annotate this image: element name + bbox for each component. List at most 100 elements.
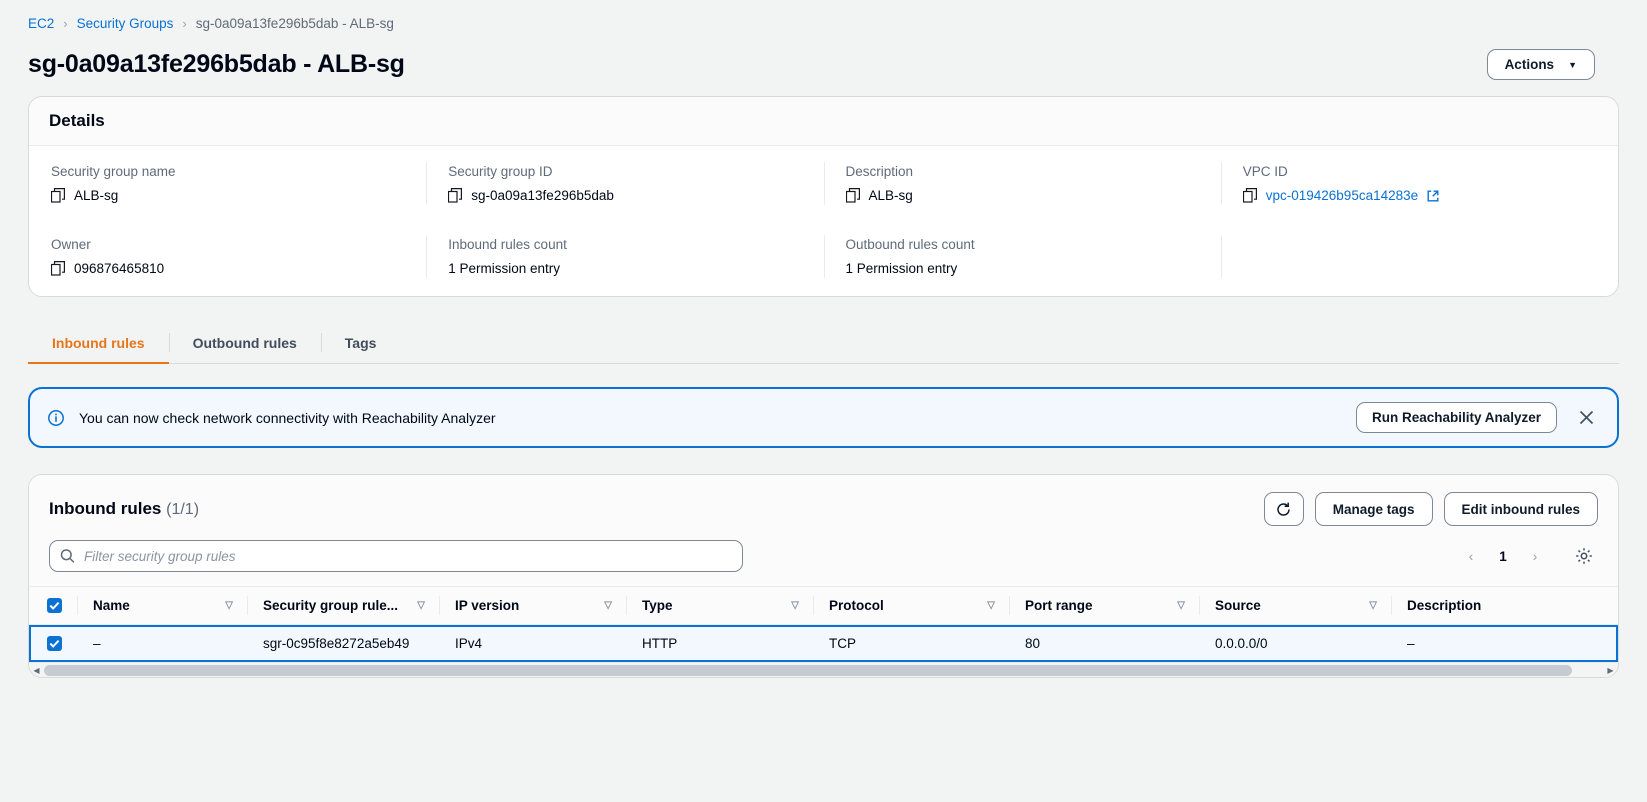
column-header-ip-version[interactable]: IP version ▽ (439, 586, 626, 625)
pagination-next-icon[interactable]: › (1522, 543, 1548, 569)
copy-icon[interactable] (51, 188, 65, 203)
column-header-port-range[interactable]: Port range ▽ (1009, 586, 1199, 625)
edit-inbound-rules-button[interactable]: Edit inbound rules (1443, 492, 1598, 526)
row-select-cell (29, 625, 77, 663)
reachability-analyzer-banner: You can now check network connectivity w… (28, 387, 1619, 448)
details-row-1: Security group name ALB-sg Security grou… (29, 162, 1618, 205)
scrollbar-thumb[interactable] (44, 664, 1572, 676)
column-label: Port range (1025, 598, 1093, 613)
close-icon[interactable] (1575, 407, 1597, 429)
actions-button[interactable]: Actions ▼ (1486, 49, 1595, 80)
manage-tags-button[interactable]: Manage tags (1314, 492, 1433, 526)
column-header-source[interactable]: Source ▽ (1199, 586, 1391, 625)
details-body: Security group name ALB-sg Security grou… (29, 146, 1618, 296)
select-all-checkbox[interactable] (47, 598, 62, 613)
sort-icon[interactable]: ▽ (1369, 600, 1377, 611)
breadcrumb-separator-icon: › (182, 16, 187, 31)
table-row[interactable]: – sgr-0c95f8e8272a5eb49 IPv4 HTTP TCP 80… (29, 624, 1618, 663)
scroll-right-icon[interactable]: ▶ (1603, 663, 1618, 678)
details-row-2: Owner 096876465810 Inbound rules count 1… (29, 235, 1618, 278)
detail-text: ALB-sg (868, 188, 913, 203)
sort-icon[interactable]: ▽ (604, 600, 612, 611)
filter-row: ‹ 1 › (29, 531, 1618, 586)
table-header-row: Name ▽ Security group rule... ▽ IP versi… (29, 586, 1618, 625)
cell-source: 0.0.0.0/0 (1215, 636, 1268, 651)
column-header-security-group-rule-id[interactable]: Security group rule... ▽ (247, 586, 439, 625)
banner-message: You can now check network connectivity w… (79, 409, 496, 426)
copy-icon[interactable] (1242, 188, 1257, 203)
details-card: Details Security group name ALB-sg Secur… (28, 96, 1619, 297)
page-title: sg-0a09a13fe296b5dab - ALB-sg (28, 50, 405, 78)
column-header-type[interactable]: Type ▽ (626, 586, 813, 625)
tab-bar: Inbound rules Outbound rules Tags (28, 323, 1619, 364)
pagination-page-1[interactable]: 1 (1494, 549, 1512, 564)
pagination: ‹ 1 › (1458, 542, 1598, 570)
detail-text: 096876465810 (74, 261, 165, 276)
inbound-rules-title-text: Inbound rules (49, 499, 162, 518)
detail-value: ALB-sg (51, 188, 404, 203)
refresh-button[interactable] (1263, 492, 1304, 526)
column-header-name[interactable]: Name ▽ (77, 586, 247, 625)
detail-label: VPC ID (1242, 164, 1288, 179)
scroll-left-icon[interactable]: ◀ (29, 663, 44, 678)
detail-value: ALB-sg (845, 188, 1199, 203)
detail-security-group-id: Security group ID sg-0a09a13fe296b5dab (426, 162, 823, 205)
run-reachability-analyzer-button[interactable]: Run Reachability Analyzer (1355, 402, 1557, 433)
sort-icon[interactable]: ▽ (987, 600, 995, 611)
sort-icon[interactable]: ▽ (225, 600, 233, 611)
actions-button-label: Actions (1504, 57, 1555, 72)
detail-value: 096876465810 (51, 261, 404, 276)
inbound-rules-count: (1/1) (166, 501, 200, 518)
info-icon (48, 409, 64, 426)
details-card-header: Details (29, 97, 1618, 146)
detail-text: 1 Permission entry (448, 261, 561, 276)
scrollbar-track[interactable] (44, 663, 1603, 678)
inbound-rules-table: Name ▽ Security group rule... ▽ IP versi… (29, 586, 1618, 662)
external-link-icon[interactable] (1427, 190, 1439, 202)
column-header-description[interactable]: Description (1391, 586, 1618, 625)
tab-tags[interactable]: Tags (320, 323, 401, 364)
cell-protocol: TCP (829, 636, 856, 651)
cell-name: – (93, 636, 101, 651)
breadcrumb: EC2 › Security Groups › sg-0a09a13fe296b… (0, 0, 1647, 31)
detail-label: Owner (51, 237, 91, 252)
sort-icon[interactable]: ▽ (791, 600, 799, 611)
detail-label: Outbound rules count (845, 237, 975, 252)
row-checkbox[interactable] (47, 636, 62, 651)
inbound-rules-actions: Manage tags Edit inbound rules (1263, 492, 1598, 526)
copy-icon[interactable] (51, 261, 65, 276)
tab-inbound-rules[interactable]: Inbound rules (28, 323, 169, 364)
detail-label: Security group name (51, 164, 176, 179)
detail-inbound-rules-count: Inbound rules count 1 Permission entry (426, 235, 823, 278)
column-header-protocol[interactable]: Protocol ▽ (813, 586, 1009, 625)
horizontal-scrollbar[interactable]: ◀ ▶ (29, 662, 1618, 677)
detail-text: 1 Permission entry (845, 261, 958, 276)
column-label: Protocol (829, 598, 884, 613)
sort-icon[interactable]: ▽ (1177, 600, 1185, 611)
detail-security-group-name: Security group name ALB-sg (29, 164, 426, 203)
column-label: Type (642, 598, 673, 613)
details-title: Details (49, 111, 105, 130)
copy-icon[interactable] (845, 188, 860, 203)
detail-text: sg-0a09a13fe296b5dab (471, 188, 614, 203)
detail-owner: Owner 096876465810 (29, 237, 426, 276)
tab-outbound-rules[interactable]: Outbound rules (168, 323, 321, 364)
cell-type: HTTP (642, 636, 678, 651)
security-group-detail-page: EC2 › Security Groups › sg-0a09a13fe296b… (0, 0, 1647, 802)
breadcrumb-item-ec2[interactable]: EC2 (28, 16, 54, 31)
copy-icon[interactable] (448, 188, 463, 203)
column-label: Name (93, 598, 130, 613)
search-input[interactable] (49, 540, 743, 572)
vpc-id-link[interactable]: vpc-019426b95ca14283e (1266, 188, 1418, 203)
detail-outbound-rules-count: Outbound rules count 1 Permission entry (823, 235, 1221, 278)
cell-port-range: 80 (1025, 636, 1041, 651)
breadcrumb-item-security-groups[interactable]: Security Groups (77, 16, 174, 31)
sort-icon[interactable]: ▽ (417, 600, 425, 611)
pagination-prev-icon[interactable]: ‹ (1458, 543, 1484, 569)
chevron-down-icon: ▼ (1568, 59, 1577, 70)
detail-label: Description (845, 164, 914, 179)
gear-icon[interactable] (1570, 542, 1598, 570)
breadcrumb-item-current: sg-0a09a13fe296b5dab - ALB-sg (195, 16, 394, 31)
detail-description: Description ALB-sg (823, 162, 1221, 205)
search-wrapper (49, 540, 743, 572)
